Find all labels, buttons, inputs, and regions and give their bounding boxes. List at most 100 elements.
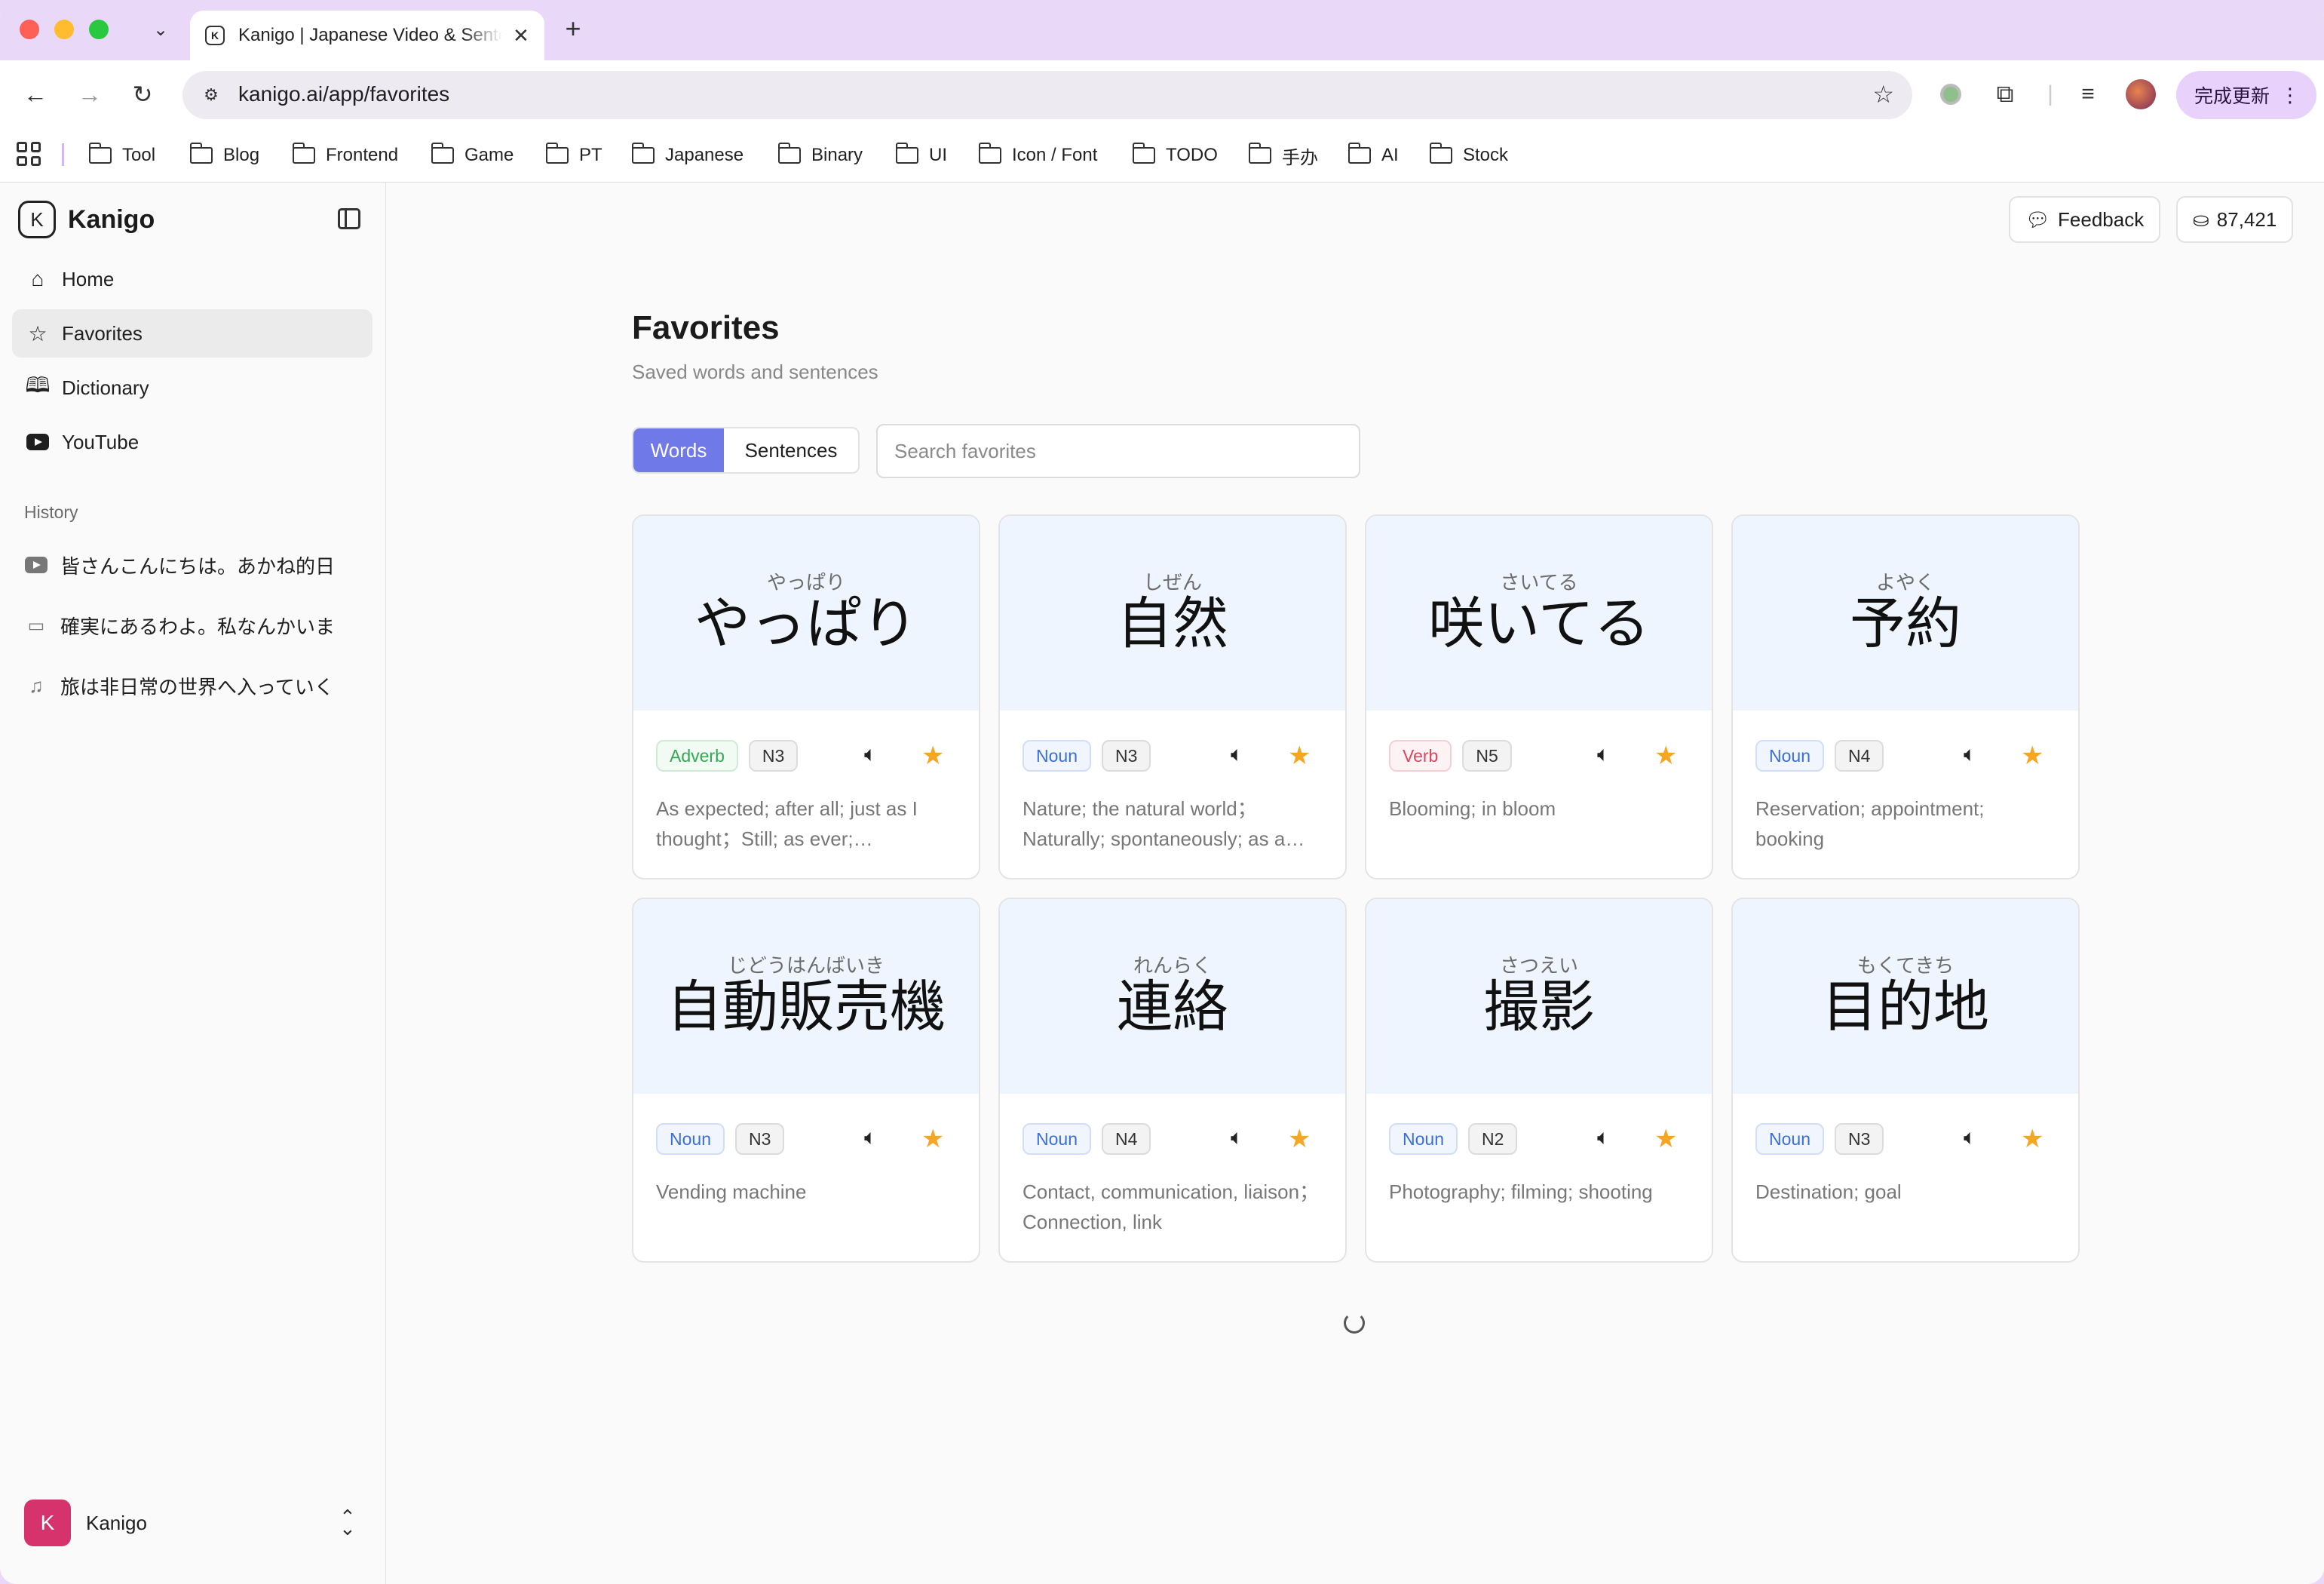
favorite-star-icon[interactable]: ★	[1654, 1124, 1677, 1154]
favorite-star-icon[interactable]: ★	[2021, 741, 2043, 771]
word-card[interactable]: もくてきち 目的地 Noun N3 🔈︎ ★ Destination; goal	[1731, 898, 2080, 1263]
bookmark-star-icon[interactable]: ☆	[1872, 80, 1894, 109]
tab-title: Kanigo | Japanese Video & Sentence	[238, 25, 502, 45]
site-settings-icon[interactable]: ⚙	[198, 81, 225, 109]
feedback-button[interactable]: 💬︎ Feedback	[2009, 196, 2161, 243]
bookmark-folder[interactable]: 手办	[1248, 140, 1318, 170]
bookmark-folder[interactable]: PT	[545, 140, 602, 170]
main-content: 💬︎ Feedback ⛀ 87,421 Favorites Saved wor…	[386, 183, 2324, 1584]
new-tab-button[interactable]: +	[558, 13, 588, 44]
word-reading: さつえい	[1499, 955, 1578, 978]
word-meta: Noun N2 🔈︎ ★	[1389, 1122, 1689, 1156]
word-meta: Noun N4 🔈︎ ★	[1022, 1122, 1323, 1156]
part-of-speech-badge: Verb	[1389, 740, 1452, 772]
favorite-star-icon[interactable]: ★	[1654, 741, 1677, 771]
favorite-star-icon[interactable]: ★	[1288, 1124, 1311, 1154]
bookmark-folder[interactable]: Stock	[1429, 140, 1508, 170]
chevron-up-down-icon[interactable]: ⌃ ⌄	[339, 1507, 356, 1538]
word-text: 自然	[1117, 591, 1228, 656]
bookmark-folder[interactable]: AI	[1347, 140, 1399, 170]
speaker-icon[interactable]: 🔈︎	[864, 1125, 877, 1150]
media-queue-icon[interactable]: ≡	[2071, 77, 2105, 112]
speaker-icon[interactable]: 🔈︎	[1231, 742, 1243, 767]
minimize-window-button[interactable]	[54, 20, 74, 39]
folder-icon	[978, 143, 1001, 164]
sidebar-item-youtube[interactable]: YouTube	[12, 418, 373, 466]
forward-button[interactable]: →	[72, 77, 107, 112]
word-meaning: Blooming; in bloom	[1389, 797, 1556, 820]
apps-grid-icon[interactable]	[17, 142, 41, 166]
sidebar-toggle-icon[interactable]	[338, 208, 360, 229]
extensions-puzzle-icon[interactable]: ⧉	[1988, 77, 2022, 112]
tab-sentences[interactable]: Sentences	[724, 428, 858, 472]
bookmark-folder[interactable]: Frontend	[292, 140, 398, 170]
speaker-icon[interactable]: 🔈︎	[1597, 742, 1610, 767]
profile-avatar[interactable]	[2123, 77, 2158, 112]
close-window-button[interactable]	[20, 20, 39, 39]
sidebar-item-favorites[interactable]: ☆ Favorites	[12, 309, 373, 358]
speaker-icon[interactable]: 🔈︎	[1964, 742, 1976, 767]
brand[interactable]: K Kanigo	[18, 201, 155, 238]
bookmark-folder[interactable]: TODO	[1132, 140, 1218, 170]
word-meaning: Destination; goal	[1755, 1180, 1902, 1203]
speaker-icon[interactable]: 🔈︎	[864, 742, 877, 767]
speaker-icon[interactable]: 🔈︎	[1597, 1125, 1610, 1150]
active-tab[interactable]: K Kanigo | Japanese Video & Sentence ✕	[190, 11, 544, 60]
tab-favicon: K	[205, 26, 225, 45]
word-text: 予約	[1850, 591, 1961, 656]
sidebar-item-home[interactable]: ⌂ Home	[12, 255, 373, 303]
word-meta: Noun N4 🔈︎ ★	[1755, 739, 2056, 772]
word-meta: Adverb N3 🔈︎ ★	[656, 739, 956, 772]
maximize-window-button[interactable]	[89, 20, 109, 39]
tab-words[interactable]: Words	[633, 428, 724, 472]
favorite-star-icon[interactable]: ★	[1288, 741, 1311, 771]
part-of-speech-badge: Noun	[1389, 1123, 1458, 1155]
speaker-icon[interactable]: 🔈︎	[1964, 1125, 1976, 1150]
folder-icon	[292, 143, 315, 164]
page-title: Favorites	[632, 309, 780, 346]
part-of-speech-badge: Noun	[1022, 740, 1091, 772]
reload-button[interactable]: ↻	[125, 77, 160, 112]
history-item[interactable]: ▭ 確実にあるわよ。私なんかいま	[24, 606, 363, 644]
bookmark-folder[interactable]: Japanese	[631, 140, 743, 170]
word-card[interactable]: さいてる 咲いてる Verb N5 🔈︎ ★ Blooming; in bloo…	[1365, 514, 1713, 879]
word-reading: もくてきち	[1856, 955, 1955, 978]
folder-icon	[189, 143, 213, 164]
url-text[interactable]: kanigo.ai/app/favorites	[238, 82, 449, 106]
speaker-icon[interactable]: 🔈︎	[1231, 1125, 1243, 1150]
favorite-star-icon[interactable]: ★	[2021, 1124, 2043, 1154]
word-card[interactable]: れんらく 連絡 Noun N4 🔈︎ ★ Contact, communicat…	[998, 898, 1347, 1263]
folder-icon	[1248, 143, 1271, 164]
word-card[interactable]: よやく 予約 Noun N4 🔈︎ ★ Reservation; appoint…	[1731, 514, 2080, 879]
favorite-star-icon[interactable]: ★	[921, 741, 944, 771]
address-bar[interactable]: ⚙ kanigo.ai/app/favorites ☆	[182, 71, 1912, 119]
extension-dot-icon[interactable]	[1933, 77, 1968, 112]
word-card[interactable]: やっぱり やっぱり Adverb N3 🔈︎ ★ As expected; af…	[632, 514, 980, 879]
search-input[interactable]	[876, 424, 1360, 478]
bookmark-folder[interactable]: Tool	[88, 140, 155, 170]
tab-search-chevron-icon[interactable]: ⌄	[148, 17, 173, 42]
bookmark-folder[interactable]: Blog	[189, 140, 259, 170]
word-card[interactable]: じどうはんばいき 自動販売機 Noun N3 🔈︎ ★ Vending mach…	[632, 898, 980, 1263]
update-button[interactable]: 完成更新 ⋮	[2176, 71, 2316, 119]
word-text: 連絡	[1117, 975, 1228, 1039]
bookmark-folder[interactable]: Binary	[777, 140, 863, 170]
history-item[interactable]: ♫ 旅は非日常の世界へ入っていく	[24, 667, 363, 705]
bookmark-folder[interactable]: Icon / Font	[978, 140, 1097, 170]
user-menu[interactable]: K Kanigo	[24, 1500, 147, 1546]
bookmark-folder[interactable]: UI	[895, 140, 947, 170]
more-menu-icon[interactable]: ⋮	[2280, 84, 2300, 107]
bookmarks-divider	[62, 143, 64, 166]
tab-close-icon[interactable]: ✕	[513, 24, 529, 48]
history-item[interactable]: 皆さんこんにちは。あかね的日	[24, 546, 363, 584]
word-meta: Verb N5 🔈︎ ★	[1389, 739, 1689, 772]
bookmark-folder[interactable]: Game	[431, 140, 514, 170]
back-button[interactable]: ←	[18, 77, 53, 112]
favorite-star-icon[interactable]: ★	[921, 1124, 944, 1154]
word-reading: れんらく	[1133, 955, 1212, 978]
word-card[interactable]: しぜん 自然 Noun N3 🔈︎ ★ Nature; the natural …	[998, 514, 1347, 879]
word-text: 目的地	[1822, 975, 1989, 1039]
word-card[interactable]: さつえい 撮影 Noun N2 🔈︎ ★ Photography; filmin…	[1365, 898, 1713, 1263]
sidebar-item-dictionary[interactable]: 🕮 Dictionary	[12, 364, 373, 412]
credits-button[interactable]: ⛀ 87,421	[2176, 196, 2294, 243]
